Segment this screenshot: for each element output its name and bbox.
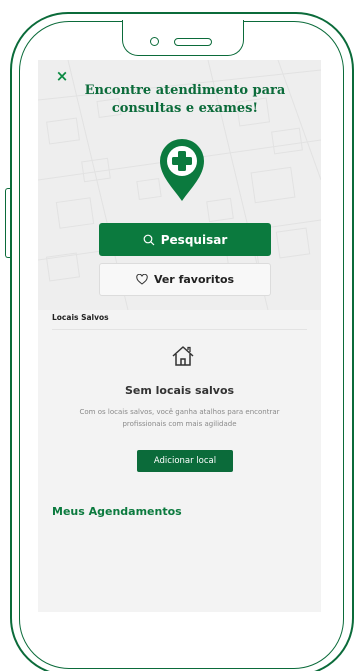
search-button[interactable]: Pesquisar <box>99 223 271 256</box>
page-title-line-2: consultas e exames! <box>111 101 259 116</box>
add-place-button[interactable]: Adicionar local <box>137 450 233 472</box>
phone-camera <box>150 37 159 46</box>
close-icon[interactable]: × <box>54 68 70 84</box>
phone-speaker <box>174 38 212 46</box>
page-title-line-1: Encontre atendimento para <box>84 83 286 98</box>
favorites-button-label: Ver favoritos <box>153 273 235 286</box>
empty-state-title: Sem locais salvos <box>124 384 235 397</box>
page-title: Encontre atendimento para consultas e ex… <box>78 82 292 118</box>
app-screen: × Encontre atendimento para consultas e … <box>38 60 321 612</box>
heart-icon <box>136 274 148 285</box>
saved-places-heading: Locais Salvos <box>52 313 109 322</box>
favorites-button[interactable]: Ver favoritos <box>99 263 271 296</box>
section-divider <box>52 329 307 330</box>
home-icon <box>172 346 194 366</box>
phone-mockup: × Encontre atendimento para consultas e … <box>0 0 359 671</box>
search-icon <box>143 234 155 245</box>
empty-state-description: Com os locais salvos, você ganha atalhos… <box>79 408 280 428</box>
location-pin-plus-icon <box>160 139 204 201</box>
appointments-heading[interactable]: Meus Agendamentos <box>52 505 182 518</box>
search-button-label: Pesquisar <box>160 232 228 247</box>
